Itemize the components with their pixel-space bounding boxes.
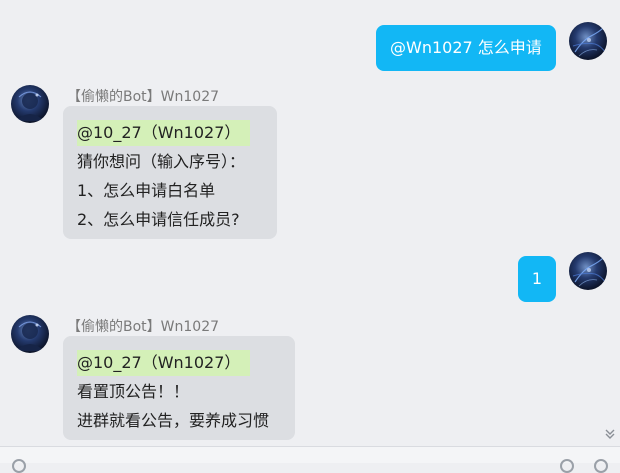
message-line: 猜你想问（输入序号）： <box>77 152 246 171</box>
toolbar-icon[interactable] <box>560 459 574 473</box>
self-avatar[interactable] <box>569 22 607 60</box>
message-line: 进群就看公告，要养成习惯 <box>77 411 270 430</box>
emoji-icon[interactable] <box>12 459 26 473</box>
mention-tag[interactable]: @10_27（Wn1027） <box>77 350 251 376</box>
message-line: 2、怎么申请信任成员? <box>77 210 240 229</box>
incoming-message-bubble[interactable]: @10_27（Wn1027） 看置顶公告！！ 进群就看公告，要养成习惯 <box>63 336 295 440</box>
message-line: 1、怎么申请白名单 <box>77 181 216 200</box>
avatar-image <box>572 27 606 57</box>
message-text: 1 <box>531 269 543 288</box>
avatar-image <box>16 91 44 121</box>
message-line: 看置顶公告！！ <box>77 382 190 401</box>
outgoing-message-bubble[interactable]: @Wn1027 怎么申请 <box>376 25 556 71</box>
bot-avatar[interactable] <box>11 315 49 353</box>
chat-message-area[interactable]: @Wn1027 怎么申请 【偷懒的Bot】Wn1027 @10_27（Wn102… <box>0 0 620 446</box>
sender-name: 【偷懒的Bot】Wn1027 <box>67 319 220 335</box>
mention-tag[interactable]: @10_27（Wn1027） <box>77 120 251 146</box>
avatar-image <box>572 257 606 287</box>
self-avatar[interactable] <box>569 252 607 290</box>
sender-name: 【偷懒的Bot】Wn1027 <box>67 89 220 105</box>
double-chevron-down-icon[interactable] <box>604 428 616 440</box>
outgoing-message-bubble[interactable]: 1 <box>518 256 556 302</box>
bot-avatar[interactable] <box>11 85 49 123</box>
message-text: @Wn1027 怎么申请 <box>390 38 542 57</box>
toolbar-icon[interactable] <box>594 459 608 473</box>
incoming-message-bubble[interactable]: @10_27（Wn1027） 猜你想问（输入序号）： 1、怎么申请白名单 2、怎… <box>63 106 277 239</box>
avatar-image <box>16 321 44 351</box>
input-toolbar <box>0 446 620 473</box>
